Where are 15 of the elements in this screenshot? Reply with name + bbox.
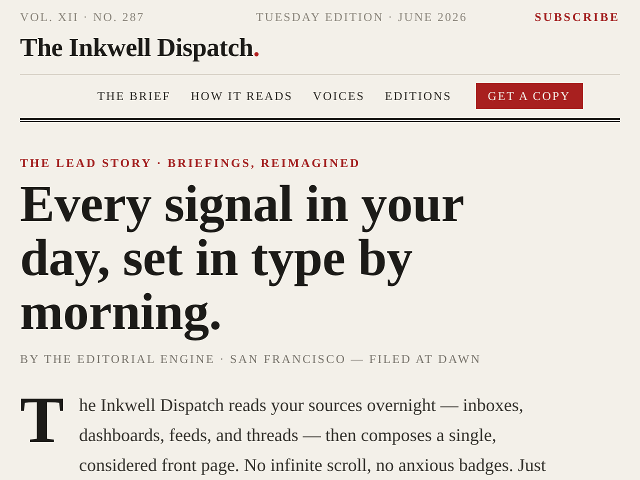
drop-cap: T	[20, 394, 66, 459]
get-copy-button[interactable]: GET A COPY	[476, 83, 583, 109]
wordmark: The Inkwell Dispatch	[20, 32, 254, 64]
issue-number: VOL. XII · NO. 287	[20, 9, 145, 26]
story-paragraph: he Inkwell Dispatch reads your sources overnight — inboxes, dashboards, feeds, and threads — then composes a single, considered front page. No infinite scroll, no anxious badges. Just	[79, 394, 546, 477]
nav-link[interactable]: EDITIONS	[384, 87, 452, 105]
edition-date: TUESDAY EDITION · JUNE 2026	[256, 9, 468, 26]
story-headline: Every signal in your day, set in type by morning.	[20, 178, 464, 340]
story-kicker: THE LEAD STORY · BRIEFINGS, REIMAGINED	[20, 155, 362, 172]
story-byline: BY THE EDITORIAL ENGINE · SAN FRANCISCO — FILED AT DAWN	[20, 351, 482, 368]
nav-link[interactable]: VOICES	[312, 87, 365, 105]
wordmark-dot: .	[253, 32, 260, 64]
subscribe-link[interactable]: SUBSCRIBE	[534, 8, 620, 26]
nav-link[interactable]: HOW IT READS	[190, 87, 293, 105]
nav-link[interactable]: THE BRIEF	[97, 87, 171, 105]
